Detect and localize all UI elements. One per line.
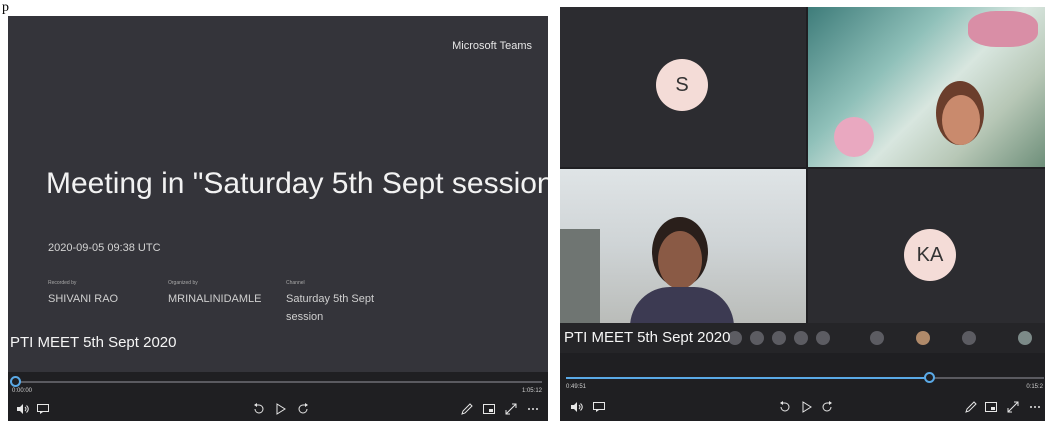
seek-bar[interactable]	[566, 372, 1044, 383]
total-time: 0:15:2	[1026, 384, 1043, 390]
participant-thumb[interactable]	[916, 331, 930, 345]
channel-key: Channel	[286, 280, 305, 286]
seek-progress	[566, 377, 930, 379]
total-time: 1:05:12	[521, 388, 542, 394]
meeting-date: 2020-09-05 09:38 UTC	[48, 242, 161, 254]
seek-bar[interactable]	[10, 376, 542, 387]
page-label: p	[2, 0, 9, 15]
meeting-title: Meeting in "Saturday 5th Sept session"	[46, 167, 548, 200]
avatar: KA	[904, 229, 956, 281]
picture-in-picture-icon[interactable]	[482, 402, 496, 416]
channel-value: Saturday 5th Sept session	[286, 293, 375, 323]
fullscreen-icon[interactable]	[1006, 400, 1020, 414]
avatar: S	[656, 59, 708, 111]
window-image	[560, 229, 600, 337]
seek-handle[interactable]	[924, 372, 936, 383]
participant-thumb[interactable]	[870, 331, 884, 345]
channel: Channel Saturday 5th Sept session	[286, 280, 406, 325]
organized-by: Organized by MRINALINIDAMLE	[168, 280, 262, 307]
participant-face	[658, 231, 702, 289]
recorded-by: Recorded by SHIVANI RAO	[48, 280, 118, 307]
forward-10-icon[interactable]	[820, 400, 834, 414]
participant-thumb[interactable]	[750, 331, 764, 345]
pen-icon[interactable]	[964, 400, 978, 414]
brand-label: Microsoft Teams	[452, 40, 532, 52]
current-time: 0:49:51	[566, 384, 587, 390]
volume-icon[interactable]	[16, 402, 30, 416]
participant-tile-s: S	[560, 7, 806, 167]
fullscreen-icon[interactable]	[504, 402, 518, 416]
video-player-left[interactable]: Microsoft Teams Meeting in "Saturday 5th…	[8, 16, 548, 421]
play-icon[interactable]	[800, 400, 814, 414]
participant-video-2	[560, 169, 806, 337]
pen-icon[interactable]	[460, 402, 474, 416]
seek-handle[interactable]	[10, 376, 21, 387]
participant-thumb[interactable]	[1018, 331, 1032, 345]
current-time: 0:00:00	[12, 388, 33, 394]
organized-by-key: Organized by	[168, 280, 198, 286]
play-icon[interactable]	[274, 402, 288, 416]
participant-thumb[interactable]	[962, 331, 976, 345]
participant-face	[942, 95, 980, 145]
captions-icon[interactable]	[36, 402, 50, 416]
video-player-right[interactable]: S KA PTI MEET 5th Sept 2020 0:49:51 0:15…	[560, 7, 1045, 421]
more-icon[interactable]	[1028, 400, 1042, 414]
volume-icon[interactable]	[570, 400, 584, 414]
participant-tile-ka: KA	[808, 169, 1045, 337]
more-icon[interactable]	[526, 402, 540, 416]
captions-icon[interactable]	[592, 400, 606, 414]
flowers-image	[834, 117, 874, 157]
participant-video-1	[808, 7, 1045, 167]
organized-by-value: MRINALINIDAMLE	[168, 293, 262, 305]
meeting-title-card: Microsoft Teams Meeting in "Saturday 5th…	[8, 16, 548, 372]
recorded-by-key: Recorded by	[48, 280, 77, 286]
participant-thumb[interactable]	[794, 331, 808, 345]
rewind-10-icon[interactable]	[778, 400, 792, 414]
recording-name: PTI MEET 5th Sept 2020	[564, 329, 731, 346]
participant-thumb[interactable]	[816, 331, 830, 345]
recorded-by-value: SHIVANI RAO	[48, 293, 119, 305]
recording-name: PTI MEET 5th Sept 2020	[10, 334, 177, 351]
forward-10-icon[interactable]	[296, 402, 310, 416]
rewind-10-icon[interactable]	[252, 402, 266, 416]
flowers-image	[968, 11, 1038, 47]
picture-in-picture-icon[interactable]	[984, 400, 998, 414]
participant-thumb[interactable]	[772, 331, 786, 345]
